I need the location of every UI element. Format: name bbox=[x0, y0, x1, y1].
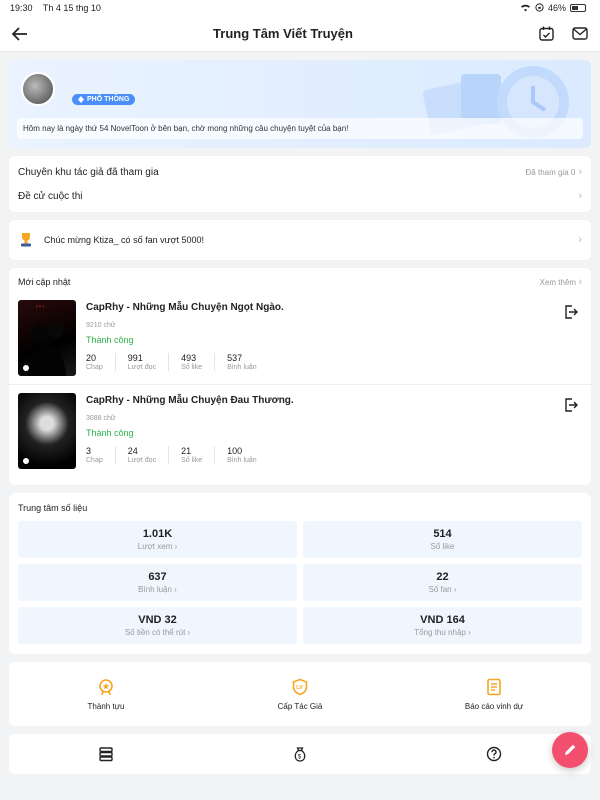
story-title: CapRhy - Những Mẫu Chuyện Ngọt Ngào. bbox=[86, 302, 284, 313]
level-badge: PHỔ THÔNG bbox=[72, 94, 136, 105]
export-icon[interactable] bbox=[561, 302, 581, 322]
mail-icon[interactable] bbox=[570, 24, 590, 44]
svg-text:LV: LV bbox=[296, 685, 303, 691]
story-item[interactable]: CapRhy - Những Mẫu Chuyện Đau Thương. 30… bbox=[9, 384, 591, 477]
pencil-icon bbox=[565, 744, 576, 755]
wifi-icon bbox=[520, 3, 531, 14]
medal-icon bbox=[99, 678, 113, 695]
views-stat[interactable]: 1.01K Lượt xem › bbox=[18, 521, 297, 558]
level-shield-icon: LV bbox=[292, 678, 308, 695]
withdrawable-stat[interactable]: VND 32 Số tiền có thể rút › bbox=[18, 607, 297, 644]
stack-icon bbox=[99, 747, 113, 762]
stat-reads: 991 Lượt đọc bbox=[128, 353, 170, 371]
svg-text:$: $ bbox=[298, 755, 302, 761]
chevron-right-icon: › bbox=[578, 166, 582, 178]
stat-comments: 537 Bình luận bbox=[227, 353, 257, 371]
app-header: Trung Tâm Viết Truyện bbox=[0, 16, 600, 52]
likes-stat[interactable]: 514 Số like bbox=[303, 521, 582, 558]
story-item[interactable]: • • • CapRhy - Những Mẫu Chuyện Ngọt Ngà… bbox=[9, 292, 591, 384]
status-date: Th 4 15 thg 10 bbox=[42, 3, 101, 13]
author-zone-row[interactable]: Chuyên khu tác giả đã tham gia Đã tham g… bbox=[9, 160, 591, 184]
stat-chap: 20 Chap bbox=[86, 353, 116, 371]
author-level-button[interactable]: LV Cấp Tác Giả bbox=[203, 662, 397, 726]
story-title: CapRhy - Những Mẫu Chuyện Đau Thương. bbox=[86, 395, 294, 406]
see-more-link[interactable]: Xem thêm › bbox=[540, 276, 582, 288]
data-center-card: Trung tâm số liệu 1.01K Lượt xem › 514 Số … bbox=[9, 493, 591, 654]
chevron-right-icon: › bbox=[578, 190, 582, 202]
data-center-title: Trung tâm số liệu bbox=[18, 503, 88, 513]
main-content: PHỔ THÔNG Hôm nay là ngày thứ 54 NovelTo… bbox=[0, 52, 600, 774]
stack-button[interactable] bbox=[9, 734, 203, 774]
chevron-right-icon: › bbox=[578, 234, 582, 246]
menu-card: Chuyên khu tác giả đã tham gia Đã tham g… bbox=[9, 156, 591, 212]
stat-reads: 24 Lượt đọc bbox=[128, 446, 170, 464]
author-zone-label: Chuyên khu tác giả đã tham gia bbox=[18, 166, 159, 178]
report-icon bbox=[487, 678, 501, 695]
story-cover bbox=[18, 393, 76, 469]
battery-percent: 46% bbox=[547, 3, 566, 13]
export-icon[interactable] bbox=[561, 395, 581, 415]
contest-label: Đề cử cuộc thi bbox=[18, 190, 83, 202]
money-button[interactable]: $ bbox=[203, 734, 397, 774]
story-word-count: 3088 chữ bbox=[86, 415, 116, 422]
tools-card: Thành tựu LV Cấp Tác Giả Báo cáo vinh dự bbox=[9, 662, 591, 726]
orientation-lock-icon bbox=[535, 2, 544, 14]
calendar-icon[interactable] bbox=[536, 24, 556, 44]
fan-notice[interactable]: Chúc mừng Ktiza_ có số fan vượt 5000! › bbox=[9, 220, 591, 260]
battery-icon bbox=[570, 4, 586, 12]
trophy-icon bbox=[18, 231, 34, 249]
contest-row[interactable]: Đề cử cuộc thi › bbox=[9, 184, 591, 208]
welcome-message: Hôm nay là ngày thứ 54 NovelToon ở bên b… bbox=[17, 118, 583, 139]
fan-notice-text: Chúc mừng Ktiza_ có số fan vượt 5000! bbox=[44, 235, 205, 245]
total-income-stat[interactable]: VND 164 Tổng thu nhập › bbox=[303, 607, 582, 644]
diamond-icon bbox=[78, 96, 84, 103]
honor-report-button[interactable]: Báo cáo vinh dự bbox=[397, 662, 591, 726]
stat-likes: 21 Số like bbox=[181, 446, 216, 464]
updates-title: Mới cập nhật bbox=[18, 277, 71, 287]
updates-card: Mới cập nhật Xem thêm › • • • CapRhy - N… bbox=[9, 268, 591, 485]
page-title: Trung Tâm Viết Truyện bbox=[213, 26, 353, 41]
status-bar: 19:30 Th 4 15 thg 10 46% bbox=[0, 0, 600, 16]
back-arrow-icon[interactable] bbox=[10, 24, 30, 44]
status-time: 19:30 bbox=[10, 3, 33, 13]
comments-stat[interactable]: 637 Bình luận › bbox=[18, 564, 297, 601]
profile-card: PHỔ THÔNG Hôm nay là ngày thứ 54 NovelTo… bbox=[9, 60, 591, 148]
stat-comments: 100 Bình luận bbox=[227, 446, 257, 464]
author-zone-value: Đã tham gia 0 bbox=[525, 167, 576, 177]
fans-stat[interactable]: 22 Số fan › bbox=[303, 564, 582, 601]
story-status: Thành công bbox=[86, 428, 134, 438]
tools-card-2: $ bbox=[9, 734, 591, 774]
help-icon bbox=[486, 746, 502, 762]
story-cover: • • • bbox=[18, 300, 76, 376]
story-status: Thành công bbox=[86, 335, 134, 345]
stat-chap: 3 Chap bbox=[86, 446, 116, 464]
story-word-count: 9210 chữ bbox=[86, 322, 116, 329]
avatar[interactable] bbox=[21, 72, 55, 106]
write-fab-button[interactable] bbox=[552, 732, 588, 768]
svg-text:• • •: • • • bbox=[36, 304, 44, 310]
stat-likes: 493 Số like bbox=[181, 353, 216, 371]
money-bag-icon: $ bbox=[294, 747, 306, 762]
achievements-button[interactable]: Thành tựu bbox=[9, 662, 203, 726]
